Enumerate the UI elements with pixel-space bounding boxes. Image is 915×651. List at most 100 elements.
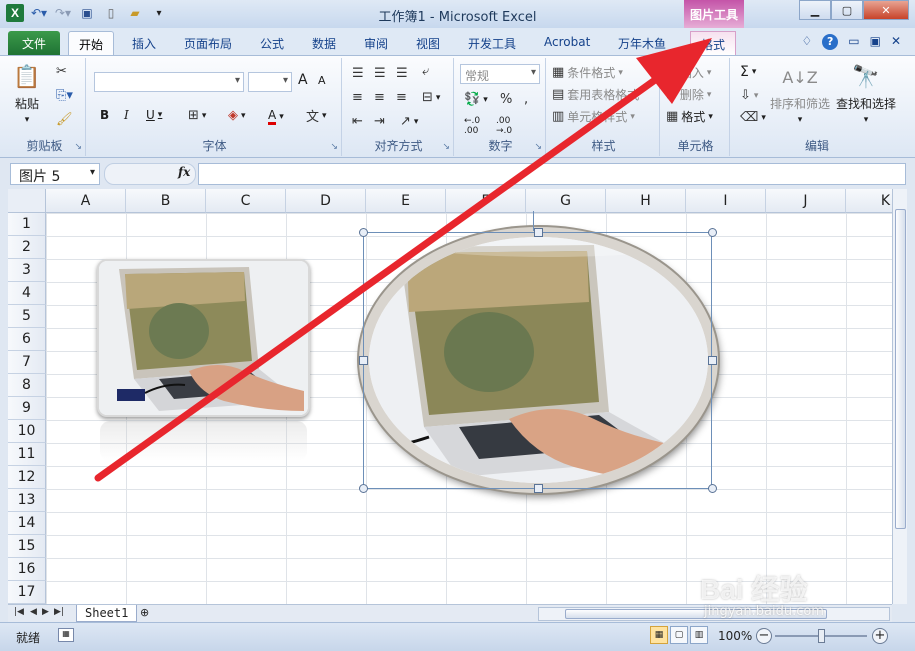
align-middle-button[interactable]: ☰ bbox=[374, 66, 386, 81]
row-header[interactable]: 11 bbox=[8, 443, 46, 466]
help-icon[interactable]: ? bbox=[822, 34, 839, 50]
format-as-table-button[interactable]: ▤ 套用表格格式 bbox=[552, 86, 639, 103]
zoom-slider-thumb[interactable] bbox=[818, 629, 825, 643]
font-launcher-icon[interactable]: ↘ bbox=[330, 142, 338, 152]
page-layout-view-icon[interactable]: ▢ bbox=[670, 626, 688, 644]
tab-home[interactable]: 开始 bbox=[68, 31, 115, 55]
vertical-scrollbar[interactable] bbox=[892, 189, 907, 604]
resize-handle-top-right[interactable] bbox=[708, 228, 717, 237]
column-header[interactable]: G bbox=[526, 189, 606, 213]
copy-button[interactable]: ⎘▾ bbox=[56, 88, 73, 103]
tab-formulas[interactable]: 公式 bbox=[250, 31, 294, 55]
row-header[interactable]: 15 bbox=[8, 535, 46, 558]
row-header[interactable]: 1 bbox=[8, 213, 46, 236]
tab-wannianmuyu[interactable]: 万年木鱼 bbox=[608, 31, 676, 55]
doc-close-icon[interactable]: ✕ bbox=[891, 34, 901, 50]
underline-button[interactable]: U ▾ bbox=[146, 108, 162, 122]
decrease-indent-button[interactable]: ⇤ bbox=[352, 114, 363, 129]
resize-handle-bottom-left[interactable] bbox=[359, 484, 368, 493]
cut-button[interactable]: ✂ bbox=[56, 64, 67, 79]
decrease-decimal-button[interactable]: .00 →.0 bbox=[496, 116, 512, 136]
row-header[interactable]: 7 bbox=[8, 351, 46, 374]
increase-indent-button[interactable]: ⇥ bbox=[374, 114, 385, 129]
alignment-launcher-icon[interactable]: ↘ bbox=[442, 142, 450, 152]
resize-handle-top[interactable] bbox=[534, 228, 543, 237]
number-format-combo[interactable]: 常规 bbox=[460, 64, 540, 84]
row-header[interactable]: 17 bbox=[8, 581, 46, 604]
column-header[interactable]: K bbox=[846, 189, 892, 213]
orientation-button[interactable]: ↗ ▾ bbox=[400, 114, 418, 129]
next-sheet-icon[interactable]: ▶ bbox=[42, 607, 49, 617]
tab-page-layout[interactable]: 页面布局 bbox=[174, 31, 242, 55]
row-header[interactable]: 9 bbox=[8, 397, 46, 420]
column-header[interactable]: E bbox=[366, 189, 446, 213]
align-center-button[interactable]: ≡ bbox=[374, 90, 385, 105]
column-header[interactable]: H bbox=[606, 189, 686, 213]
increase-decimal-button[interactable]: ←.0.00 bbox=[464, 116, 480, 136]
worksheet-grid[interactable]: ABCDEFGHIJK 1 2 3 4 5 6 7 8 9 10 11 12 13 14 15 16 17 bbox=[8, 189, 892, 604]
column-header[interactable]: J bbox=[766, 189, 846, 213]
column-header[interactable]: B bbox=[126, 189, 206, 213]
column-header[interactable]: A bbox=[46, 189, 126, 213]
fill-color-button[interactable]: ◈ ▾ bbox=[228, 108, 246, 123]
zoom-out-button[interactable]: − bbox=[756, 628, 772, 644]
zoom-level[interactable]: 100% bbox=[718, 629, 752, 643]
normal-view-icon[interactable]: ▦ bbox=[650, 626, 668, 644]
fill-button[interactable]: ⇩ ▾ bbox=[740, 88, 758, 103]
formula-input[interactable] bbox=[198, 163, 906, 185]
doc-restore-icon[interactable]: ▣ bbox=[870, 34, 881, 50]
accounting-button[interactable]: 💱 ▾ bbox=[464, 92, 488, 107]
doc-minimize-icon[interactable]: ▭ bbox=[848, 34, 859, 50]
macro-record-icon[interactable]: ▦ bbox=[58, 628, 74, 642]
tab-developer[interactable]: 开发工具 bbox=[458, 31, 526, 55]
borders-button[interactable]: ⊞ ▾ bbox=[188, 108, 206, 123]
minimize-button[interactable]: ▁ bbox=[799, 0, 831, 20]
wrap-text-button[interactable]: ⤶ bbox=[422, 64, 429, 79]
italic-button[interactable]: I bbox=[124, 108, 129, 122]
format-painter-button[interactable]: 🖌 bbox=[56, 112, 73, 127]
font-size-combo[interactable] bbox=[248, 72, 292, 92]
insert-function-icon[interactable]: fx bbox=[178, 165, 190, 179]
resize-handle-right[interactable] bbox=[708, 356, 717, 365]
resize-handle-bottom[interactable] bbox=[534, 484, 543, 493]
row-header[interactable]: 3 bbox=[8, 259, 46, 282]
minimize-ribbon-icon[interactable]: ♢ bbox=[801, 34, 812, 50]
tab-insert[interactable]: 插入 bbox=[122, 31, 166, 55]
close-button[interactable]: ✕ bbox=[863, 0, 909, 20]
column-header[interactable]: C bbox=[206, 189, 286, 213]
bold-button[interactable]: B bbox=[100, 108, 109, 122]
maximize-button[interactable]: ▢ bbox=[831, 0, 863, 20]
column-header[interactable]: D bbox=[286, 189, 366, 213]
format-cells-button[interactable]: ▦ 格式 ▾ bbox=[666, 108, 713, 125]
resize-handle-top-left[interactable] bbox=[359, 228, 368, 237]
row-header[interactable]: 8 bbox=[8, 374, 46, 397]
align-top-button[interactable]: ☰ bbox=[352, 66, 364, 81]
cell-styles-button[interactable]: ▥ 单元格样式 ▾ bbox=[552, 108, 635, 125]
row-header[interactable]: 6 bbox=[8, 328, 46, 351]
row-header[interactable]: 10 bbox=[8, 420, 46, 443]
insert-sheet-icon[interactable]: ⊕ bbox=[140, 606, 149, 619]
delete-cells-button[interactable]: ⊟ 删除 ▾ bbox=[666, 86, 711, 103]
shrink-font-button[interactable]: A bbox=[318, 74, 326, 87]
number-launcher-icon[interactable]: ↘ bbox=[534, 142, 542, 152]
conditional-format-button[interactable]: ▦ 条件格式 ▾ bbox=[552, 64, 623, 81]
vertical-scroll-thumb[interactable] bbox=[895, 209, 906, 529]
align-right-button[interactable]: ≡ bbox=[396, 90, 407, 105]
page-break-view-icon[interactable]: ▥ bbox=[690, 626, 708, 644]
tab-review[interactable]: 审阅 bbox=[354, 31, 398, 55]
find-select-button[interactable]: 🔭 查找和选择 ▾ bbox=[836, 62, 896, 126]
last-sheet-icon[interactable]: ▶| bbox=[54, 607, 64, 617]
align-bottom-button[interactable]: ☰ bbox=[396, 66, 408, 81]
first-sheet-icon[interactable]: |◀ bbox=[14, 607, 24, 617]
row-header[interactable]: 14 bbox=[8, 512, 46, 535]
paste-button[interactable]: 📋 粘贴 ▾ bbox=[12, 62, 42, 126]
prev-sheet-icon[interactable]: ◀ bbox=[30, 607, 37, 617]
row-header[interactable]: 4 bbox=[8, 282, 46, 305]
clipboard-launcher-icon[interactable]: ↘ bbox=[74, 142, 82, 152]
tab-picture-format[interactable]: 格式 bbox=[690, 31, 737, 55]
laptop-picture-rounded[interactable] bbox=[97, 259, 310, 417]
font-name-combo[interactable] bbox=[94, 72, 244, 92]
tab-data[interactable]: 数据 bbox=[302, 31, 346, 55]
column-header[interactable]: I bbox=[686, 189, 766, 213]
row-header[interactable]: 2 bbox=[8, 236, 46, 259]
